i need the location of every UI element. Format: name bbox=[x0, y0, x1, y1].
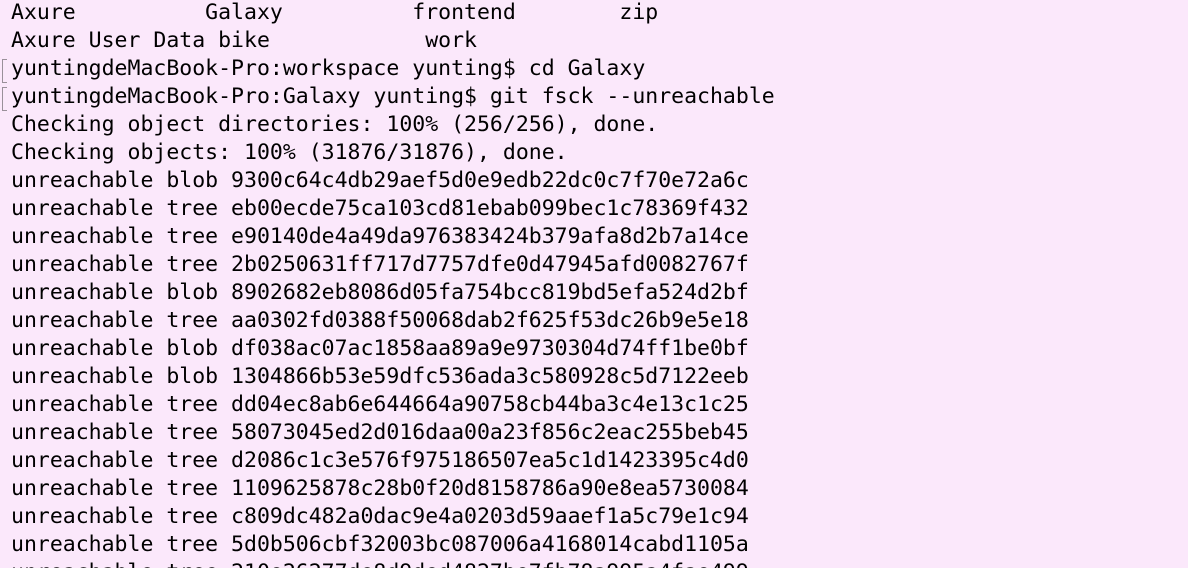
output-line: unreachable tree 5d0b506cbf32003bc087006… bbox=[11, 532, 749, 557]
prompt-mark-icon bbox=[2, 59, 7, 83]
ls-output-row: Axure Galaxy frontend zip bbox=[11, 0, 659, 25]
output-line: unreachable tree 1109625878c28b0f20d8158… bbox=[11, 476, 749, 501]
terminal-window[interactable]: Axure Galaxy frontend zip Axure User Dat… bbox=[0, 0, 1188, 568]
command-line: yuntingdeMacBook-Pro:workspace yunting$ … bbox=[11, 56, 646, 81]
output-line: Checking object directories: 100% (256/2… bbox=[11, 112, 659, 137]
output-line: unreachable tree eb00ecde75ca103cd81ebab… bbox=[11, 196, 749, 221]
output-line: unreachable tree 210e26277de8d9ded4827be… bbox=[11, 559, 749, 568]
output-line: unreachable tree d2086c1c3e576f975186507… bbox=[11, 448, 749, 473]
output-line: Checking objects: 100% (31876/31876), do… bbox=[11, 140, 568, 165]
output-line: unreachable tree e90140de4a49da976383424… bbox=[11, 224, 749, 249]
command-line: yuntingdeMacBook-Pro:Galaxy yunting$ git… bbox=[11, 84, 775, 109]
output-line: unreachable blob 9300c64c4db29aef5d0e9ed… bbox=[11, 168, 749, 193]
output-line: unreachable blob 1304866b53e59dfc536ada3… bbox=[11, 364, 749, 389]
prompt-mark-icon bbox=[2, 87, 7, 111]
output-line: unreachable blob 8902682eb8086d05fa754bc… bbox=[11, 280, 749, 305]
output-line: unreachable tree 58073045ed2d016daa00a23… bbox=[11, 420, 749, 445]
output-line: unreachable tree 2b0250631ff717d7757dfe0… bbox=[11, 252, 749, 277]
output-line: unreachable tree aa0302fd0388f50068dab2f… bbox=[11, 308, 749, 333]
output-line: unreachable tree dd04ec8ab6e644664a90758… bbox=[11, 392, 749, 417]
output-line: unreachable blob df038ac07ac1858aa89a9e9… bbox=[11, 336, 749, 361]
ls-output-row: Axure User Data bike work bbox=[11, 28, 477, 53]
output-line: unreachable tree c809dc482a0dac9e4a0203d… bbox=[11, 504, 749, 529]
